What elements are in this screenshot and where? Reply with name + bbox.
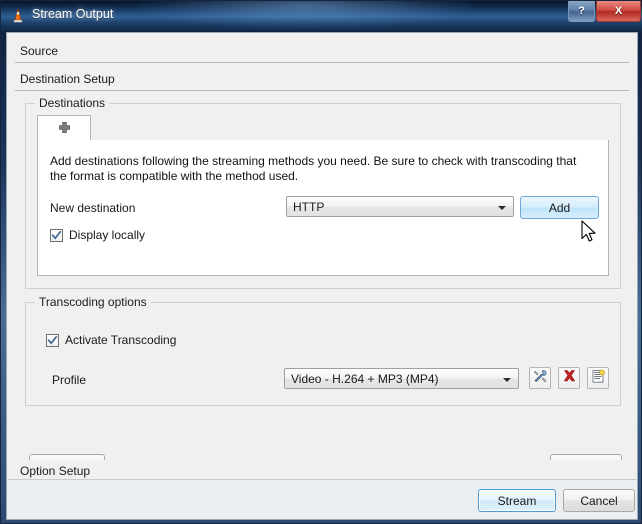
section-header-source[interactable]: Source [15, 40, 629, 63]
activate-transcoding-checkbox-box [46, 333, 59, 347]
new-destination-select[interactable]: HTTP [286, 196, 514, 217]
destination-tab-page: Add destinations following the streaming… [37, 140, 609, 276]
window-controls: ? X [567, 1, 641, 24]
destination-tab-bar [37, 115, 609, 141]
activate-transcoding-label: Activate Transcoding [65, 333, 177, 347]
profile-select[interactable]: Video - H.264 + MP3 (MP4) [284, 368, 519, 389]
section-label-destination-setup: Destination Setup [20, 72, 115, 86]
new-profile-button[interactable] [587, 367, 609, 389]
section-header-destination-setup[interactable]: Destination Setup [15, 68, 629, 91]
red-x-icon [562, 369, 577, 387]
transcoding-options-group: Transcoding options Activate Transcoding… [25, 295, 621, 406]
dialog-footer: Stream Cancel [6, 479, 638, 520]
chevron-down-icon [498, 206, 506, 210]
new-profile-icon [591, 369, 606, 387]
destinations-group: Destinations Add destinations following … [25, 96, 621, 289]
stream-button[interactable]: Stream [478, 489, 556, 512]
cancel-button[interactable]: Cancel [563, 489, 635, 512]
new-destination-value: HTTP [293, 200, 325, 214]
window-title: Stream Output [32, 7, 114, 21]
activate-transcoding-checkbox[interactable]: Activate Transcoding [46, 333, 176, 347]
add-button-label: Add [548, 200, 571, 215]
tools-icon [533, 369, 548, 387]
chevron-down-icon [503, 378, 511, 382]
add-destination-button[interactable]: Add [520, 196, 599, 219]
dialog-body: Source Destination Setup Destinations Ad… [6, 32, 638, 520]
section-label-option-setup: Option Setup [20, 464, 91, 478]
stream-button-label: Stream [497, 493, 537, 508]
display-locally-checkbox-box [50, 228, 63, 242]
transcoding-group-title: Transcoding options [35, 295, 151, 309]
destinations-group-title: Destinations [35, 96, 110, 110]
destinations-description: Add destinations following the streaming… [50, 154, 577, 183]
new-destination-label: New destination [50, 201, 136, 215]
title-bar[interactable]: Stream Output ? X [1, 1, 642, 31]
display-locally-checkbox[interactable]: Display locally [50, 228, 145, 242]
vlc-cone-icon [10, 7, 26, 24]
display-locally-label: Display locally [69, 228, 146, 242]
cancel-button-label: Cancel [580, 493, 618, 508]
stream-output-window: Stream Output ? X Source Destination Set… [0, 0, 642, 524]
profile-value: Video - H.264 + MP3 (MP4) [291, 372, 439, 386]
profile-label: Profile [52, 373, 87, 387]
plus-icon [57, 121, 72, 136]
title-bar-glow [141, 1, 471, 29]
help-button[interactable]: ? [568, 1, 595, 22]
edit-profile-button[interactable] [529, 367, 551, 389]
delete-profile-button[interactable] [558, 367, 580, 389]
close-button[interactable]: X [596, 1, 641, 22]
tab-add-destination[interactable] [37, 115, 91, 141]
section-label-source: Source [20, 44, 59, 58]
